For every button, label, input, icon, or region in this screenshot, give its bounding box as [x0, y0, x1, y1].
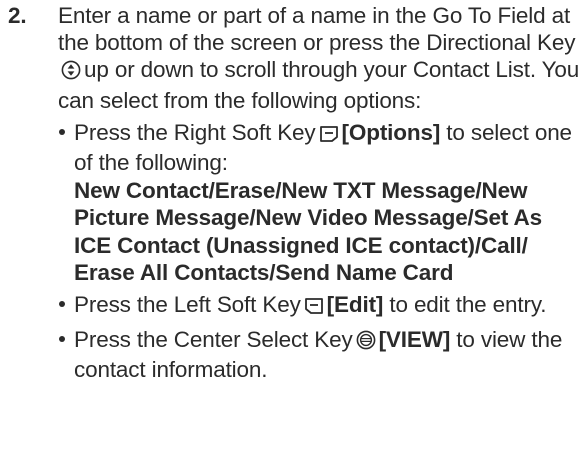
manual-page: 2. Enter a name or part of a name in the…	[0, 0, 588, 473]
step-text: Enter a name or part of a name in the Go…	[58, 2, 584, 114]
option-bold-label: [Edit]	[326, 292, 384, 318]
step-text-after-icon: up or down to scroll through your Contac…	[58, 57, 580, 113]
option-prefix: Press the Right Soft Key	[74, 119, 316, 145]
options-submenu-list: New Contact/Erase/New TXT Message/New Pi…	[74, 178, 542, 285]
option-bold-label: [VIEW]	[378, 327, 451, 353]
right-soft-key-icon	[319, 122, 339, 149]
option-center-select-key: Press the Center Select Key [VIEW] to vie…	[58, 326, 584, 383]
step-text-before-icon: Enter a name or part of a name in the Go…	[58, 3, 576, 56]
step-2: 2. Enter a name or part of a name in the…	[8, 2, 584, 384]
option-prefix: Press the Left Soft Key	[74, 292, 301, 318]
option-prefix: Press the Center Select Key	[74, 327, 353, 353]
bullet-dot	[59, 301, 65, 308]
left-soft-key-icon	[304, 294, 324, 321]
option-right-soft-key: Press the Right Soft Key [Options] to sel…	[58, 119, 584, 286]
bullet-dot	[59, 336, 65, 343]
bullet-dot	[59, 128, 65, 135]
option-suffix: to edit the entry.	[389, 292, 547, 318]
center-select-key-icon	[356, 329, 376, 356]
options-list: Press the Right Soft Key [Options] to sel…	[58, 119, 584, 384]
step-body: Enter a name or part of a name in the Go…	[58, 2, 584, 384]
directional-key-icon	[61, 59, 81, 86]
option-bold-label: [Options]	[341, 119, 441, 145]
option-left-soft-key: Press the Left Soft Key [Edit] to edit th…	[58, 291, 584, 321]
step-number: 2.	[8, 3, 27, 28]
